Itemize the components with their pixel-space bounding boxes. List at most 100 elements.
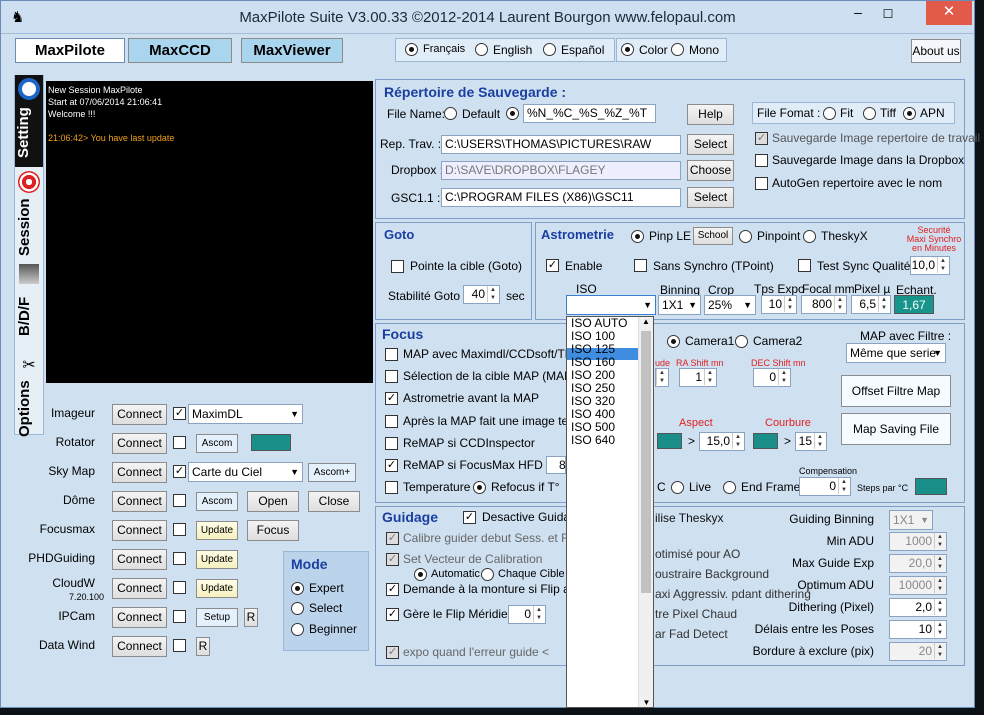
ude-spinner[interactable]: ▲ ▼ [655,368,669,387]
color-radio[interactable] [621,43,634,56]
school-button[interactable]: School [693,227,733,245]
device-action-button[interactable]: Close [308,491,360,512]
crop-select[interactable]: 25% ▼ [704,295,756,315]
autogen-checkbox[interactable] [755,177,768,190]
fit-radio[interactable] [823,107,836,120]
aspect-spinner[interactable]: 15,0 ▲ ▼ [699,432,745,451]
pixel-spinner[interactable]: 6,5 ▲ ▼ [851,295,891,314]
tps-expo-spinner[interactable]: 10 ▲ ▼ [761,295,797,314]
maxpilote-tab[interactable]: MaxPilote [15,38,125,63]
mono-radio[interactable] [671,43,684,56]
about-button[interactable]: About us [911,39,961,63]
device-extra-button[interactable]: Setup [196,608,238,627]
device-r-button[interactable]: R [244,608,258,627]
calibre-checkbox[interactable]: ✓ [386,532,399,545]
device-checkbox[interactable] [173,639,186,652]
dec-shift-spinner[interactable]: 0 ▲ ▼ [753,368,791,387]
close-window-button[interactable]: ✕ [926,1,972,25]
guid-setting-spinner[interactable]: 1000 ▲ ▼ [889,532,947,551]
focus-item-checkbox[interactable] [385,370,398,383]
focus-item-checkbox[interactable] [385,437,398,450]
focus-item-checkbox[interactable] [385,481,398,494]
device-select[interactable]: MaximDL ▼ [188,404,303,424]
pointe-checkbox[interactable] [391,260,404,273]
vecteur-checkbox[interactable]: ✓ [386,553,399,566]
stabilite-spinner[interactable]: 40 ▲ ▼ [463,285,500,304]
device-checkbox[interactable] [173,581,186,594]
pinpoint-radio[interactable] [739,230,752,243]
focus-item-checkbox[interactable]: ✓ [385,459,398,472]
courbure-color[interactable] [753,433,778,449]
session-tab[interactable]: Session [16,194,42,260]
device-action-button[interactable]: Open [247,491,299,512]
filtre-select[interactable]: Même que serie ▼ [846,343,946,363]
connect-button[interactable]: Connect [112,549,167,570]
rotator-color[interactable] [251,434,291,451]
scroll-up-icon[interactable]: ▲ [639,317,653,331]
focus-item-checkbox[interactable] [385,348,398,361]
save-workdir-checkbox[interactable]: ✓ [755,132,768,145]
save-dropbox-checkbox[interactable] [755,154,768,167]
expo-checkbox[interactable]: ✓ [386,646,399,659]
iso-dropdown-scrollbar[interactable]: ▲ ▼ [638,317,653,707]
connect-button[interactable]: Connect [112,433,167,454]
apn-radio[interactable] [903,107,916,120]
offset-filtre-button[interactable]: Offset Filtre Map [841,375,951,407]
flip-spinner[interactable]: 0 ▲ ▼ [508,605,546,624]
scroll-down-icon[interactable]: ▼ [639,698,654,707]
guid-setting-spinner[interactable]: 10000 ▲ ▼ [889,576,947,595]
gsc-select-button[interactable]: Select [687,187,734,208]
device-extra-button[interactable]: Ascom [196,492,238,511]
bdf-tab[interactable]: B/D/F [16,288,42,344]
focus-item-checkbox[interactable]: ✓ [385,392,398,405]
test-sync-checkbox[interactable] [798,259,811,272]
rep-select-button[interactable]: Select [687,134,734,155]
connect-button[interactable]: Connect [112,578,167,599]
device-checkbox[interactable] [173,436,186,449]
device-extra-button[interactable]: Ascom+ [308,463,356,482]
sans-synchro-checkbox[interactable] [634,259,647,272]
binning-select[interactable]: 1X1 ▼ [658,295,701,315]
device-checkbox[interactable] [173,494,186,507]
connect-button[interactable]: Connect [112,491,167,512]
auto-radio[interactable] [414,568,427,581]
guid-setting-spinner[interactable]: 2,0 ▲ ▼ [889,598,947,617]
device-extra-button[interactable]: Update [196,550,238,569]
setting-tab[interactable]: Setting [15,101,41,165]
ra-shift-spinner[interactable]: 1 ▲ ▼ [679,368,717,387]
choose-button[interactable]: Choose [687,160,734,181]
pinp-le-radio[interactable] [631,230,644,243]
compensation-spinner[interactable]: 0 ▲ ▼ [799,477,851,496]
gsc-input[interactable]: C:\PROGRAM FILES (X86)\GSC11 [441,188,681,207]
theskyx-radio[interactable] [803,230,816,243]
connect-button[interactable]: Connect [112,520,167,541]
connect-button[interactable]: Connect [112,636,167,657]
device-checkbox[interactable] [173,523,186,536]
camera2-radio[interactable] [735,335,748,348]
file-pattern-input[interactable]: %N_%C_%S_%Z_%T [523,104,656,123]
chaque-radio[interactable] [481,568,494,581]
desactive-checkbox[interactable]: ✓ [463,511,476,524]
device-extra-button[interactable]: Ascom [196,434,238,453]
map-saving-button[interactable]: Map Saving File [841,413,951,445]
default-radio[interactable] [444,107,457,120]
guid-setting-spinner[interactable]: 10 ▲ ▼ [889,620,947,639]
mode-beginner-radio[interactable] [291,623,304,636]
minimize-button[interactable]: – [847,5,869,23]
flip-monture-checkbox[interactable]: ✓ [386,583,399,596]
mode-select-radio[interactable] [291,602,304,615]
device-checkbox[interactable]: ✓ [173,465,186,478]
aspect-color[interactable] [657,433,682,449]
device-checkbox[interactable] [173,610,186,623]
lang-espanol-radio[interactable] [543,43,556,56]
pattern-radio[interactable] [506,107,519,120]
device-extra-button[interactable]: Update [196,579,238,598]
tiff-radio[interactable] [863,107,876,120]
scroll-thumb[interactable] [641,331,651,593]
guid-setting-select[interactable]: 1X1 ▼ [889,510,933,530]
courbure-spinner[interactable]: 15 ▲ ▼ [795,432,827,451]
endframe-radio[interactable] [723,481,736,494]
flip-meridien-checkbox[interactable]: ✓ [386,608,399,621]
maxviewer-tab[interactable]: MaxViewer [241,38,343,63]
help-button[interactable]: Help [687,104,734,125]
